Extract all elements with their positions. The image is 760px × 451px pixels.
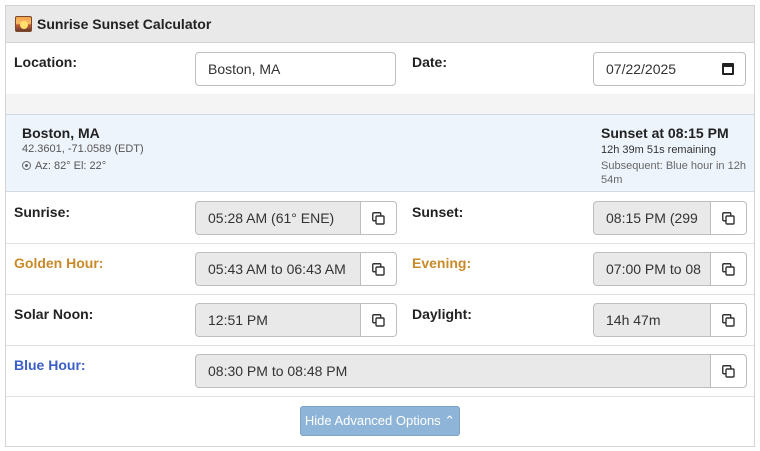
copy-blue-hour-button[interactable] xyxy=(711,354,747,388)
solar-noon-row: Solar Noon: 12:51 PM Daylight: 14h 47m xyxy=(6,295,754,346)
location-label: Location: xyxy=(14,54,77,70)
copy-daylight-button[interactable] xyxy=(711,303,747,337)
sun-info-box: Boston, MA 42.3601, -71.0589 (EDT) Az: 8… xyxy=(6,114,754,192)
sunset-field[interactable]: 08:15 PM (299 xyxy=(593,201,711,235)
sunset-icon xyxy=(15,16,32,32)
sunrise-field[interactable]: 05:28 AM (61° ENE) xyxy=(195,201,361,235)
sunrise-sunset-row: Sunrise: 05:28 AM (61° ENE) Sunset: 08:1… xyxy=(6,193,754,244)
date-input[interactable]: 07/22/2025 xyxy=(593,52,746,86)
copy-sunrise-button[interactable] xyxy=(361,201,397,235)
blue-hour-label: Blue Hour: xyxy=(14,357,86,373)
golden-hour-row: Golden Hour: 05:43 AM to 06:43 AM Evenin… xyxy=(6,244,754,295)
blue-hour-field[interactable]: 08:30 PM to 08:48 PM xyxy=(195,354,711,388)
calendar-icon[interactable] xyxy=(722,63,734,75)
info-sunset-block: Sunset at 08:15 PM 12h 39m 51s remaining… xyxy=(601,125,751,187)
daylight-field[interactable]: 14h 47m xyxy=(593,303,711,337)
solar-noon-field[interactable]: 12:51 PM xyxy=(195,303,361,337)
copy-icon xyxy=(722,263,735,276)
hide-advanced-options-button[interactable]: Hide Advanced Options ⌃ xyxy=(300,406,460,436)
calculator-panel: Sunrise Sunset Calculator Location: Bost… xyxy=(5,5,755,447)
golden-hour-field[interactable]: 05:43 AM to 06:43 AM xyxy=(195,252,361,286)
copy-sunset-button[interactable] xyxy=(711,201,747,235)
azel-text: Az: 82° El: 22° xyxy=(35,160,107,172)
info-subsequent: Subsequent: Blue hour in 12h 54m xyxy=(601,160,746,186)
copy-icon xyxy=(722,212,735,225)
copy-golden-hour-button[interactable] xyxy=(361,252,397,286)
daylight-label: Daylight: xyxy=(412,306,472,322)
info-city: Boston, MA xyxy=(22,125,100,141)
info-remaining: 12h 39m 51s remaining xyxy=(601,144,716,156)
sunset-label: Sunset: xyxy=(412,204,464,220)
blue-hour-row: Blue Hour: 08:30 PM to 08:48 PM xyxy=(6,346,754,397)
solar-noon-label: Solar Noon: xyxy=(14,306,94,322)
copy-icon xyxy=(722,365,735,378)
section-spacer xyxy=(6,94,754,114)
date-value: 07/22/2025 xyxy=(606,61,677,77)
copy-icon xyxy=(372,263,385,276)
info-sunset-title: Sunset at 08:15 PM xyxy=(601,125,729,141)
location-input[interactable]: Boston, MA xyxy=(195,52,396,86)
copy-evening-button[interactable] xyxy=(711,252,747,286)
location-date-row: Location: Boston, MA Date: 07/22/2025 xyxy=(6,44,754,94)
copy-solar-noon-button[interactable] xyxy=(361,303,397,337)
evening-label: Evening: xyxy=(412,255,472,271)
info-coordinates: 42.3601, -71.0589 (EDT) xyxy=(22,143,144,155)
copy-icon xyxy=(372,314,385,327)
evening-field[interactable]: 07:00 PM to 08 xyxy=(593,252,711,286)
sunrise-label: Sunrise: xyxy=(14,204,71,220)
copy-icon xyxy=(372,212,385,225)
info-azimuth-elevation: Az: 82° El: 22° xyxy=(22,160,106,172)
compass-icon xyxy=(22,161,31,170)
panel-header: Sunrise Sunset Calculator xyxy=(6,6,754,43)
golden-hour-label: Golden Hour: xyxy=(14,255,104,271)
copy-icon xyxy=(722,314,735,327)
date-label: Date: xyxy=(412,54,448,70)
page-title: Sunrise Sunset Calculator xyxy=(37,16,212,32)
